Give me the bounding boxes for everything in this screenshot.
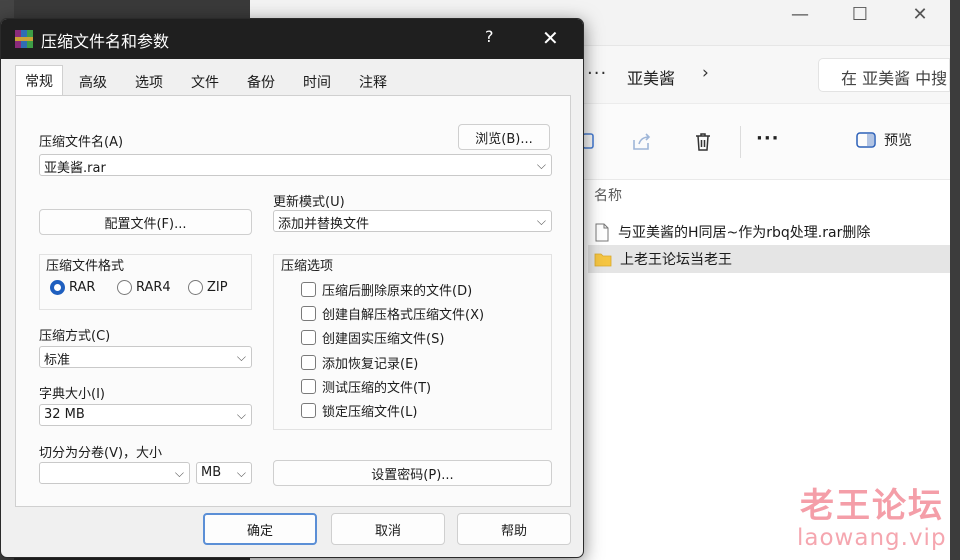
archive-name-combobox[interactable]: 亚美酱.rar ⌵ [39,154,552,176]
file-icon [595,223,609,241]
set-password-button[interactable]: 设置密码(P)... [273,460,552,486]
test-archived-files-checkbox[interactable]: 测试压缩的文件(T) [301,377,431,396]
close-button[interactable]: ✕ [900,2,940,26]
file-list-item[interactable]: 与亚美酱的H同居~作为rbq处理.rar删除 [588,218,950,246]
more-options-icon[interactable]: ··· [756,128,780,149]
split-unit-value: MB [201,465,222,480]
tab-options[interactable]: 选项 [127,69,171,95]
preview-pane-button[interactable]: 预览 [856,130,912,150]
minimize-button[interactable]: — [780,2,820,26]
create-sfx-checkbox[interactable]: 创建自解压格式压缩文件(X) [301,304,484,323]
delete-after-archiving-checkbox[interactable]: 压缩后删除原来的文件(D) [301,280,472,299]
add-recovery-record-checkbox[interactable]: 添加恢复记录(E) [301,353,418,372]
tab-time[interactable]: 时间 [295,69,339,95]
breadcrumb-current-folder[interactable]: 亚美酱 [627,65,675,89]
tab-advanced[interactable]: 高级 [71,69,115,95]
profiles-button[interactable]: 配置文件(F)... [39,209,252,235]
split-unit-select[interactable]: MB ⌵ [196,462,252,484]
maximize-button[interactable]: ☐ [840,2,880,26]
radio-selected-icon [50,280,65,295]
close-button[interactable]: ✕ [542,26,559,50]
option-label: 创建自解压格式压缩文件(X) [322,308,485,323]
breadcrumb-overflow-button[interactable]: ··· [587,63,607,84]
tab-comment[interactable]: 注释 [351,69,395,95]
chevron-down-icon[interactable]: ⌵ [537,214,546,229]
tab-backup[interactable]: 备份 [239,69,283,95]
split-size-combobox[interactable]: ⌵ [39,462,190,484]
preview-label: 预览 [884,133,912,149]
archive-name-label: 压缩文件名(A) [39,135,124,150]
option-label: 压缩后删除原来的文件(D) [322,284,473,299]
checkbox-icon [301,403,316,418]
column-header-name[interactable]: 名称 [594,185,622,205]
tab-bar: 常规 高级 选项 文件 备份 时间 注释 [15,65,569,96]
chevron-down-icon[interactable]: ⌵ [237,466,246,481]
format-zip-label: ZIP [207,280,228,295]
breadcrumb-chevron-icon[interactable]: › [702,63,709,83]
folder-icon [594,253,612,266]
share-icon[interactable] [630,130,654,154]
radio-icon [188,280,203,295]
archive-format-label: 压缩文件格式 [46,259,125,274]
compression-method-select[interactable]: 标准 ⌵ [39,346,252,368]
folder-list-item[interactable]: 上老王论坛当老王 [588,245,950,273]
format-rar4-label: RAR4 [136,280,171,295]
chevron-down-icon[interactable]: ⌵ [175,466,184,481]
update-mode-select[interactable]: 添加并替换文件 ⌵ [273,210,552,232]
create-solid-checkbox[interactable]: 创建固实压缩文件(S) [301,328,444,347]
archive-settings-dialog: 压缩文件名和参数 ? ✕ 常规 高级 选项 文件 备份 时间 注释 压缩文件名(… [0,18,584,558]
dictionary-size-value: 32 MB [44,407,85,422]
folder-name: 上老王论坛当老王 [620,252,732,268]
format-rar-label: RAR [69,280,96,295]
dictionary-size-select[interactable]: 32 MB ⌵ [39,404,252,426]
file-name: 与亚美酱的H同居~作为rbq处理.rar删除 [618,225,871,241]
archiving-options-label: 压缩选项 [281,259,334,274]
search-input[interactable]: 在 亚美酱 中搜 [818,58,950,92]
lock-archive-checkbox[interactable]: 锁定压缩文件(L) [301,401,417,420]
archive-name-value: 亚美酱.rar [44,161,106,176]
watermark-url: laowang.vip [797,525,947,551]
checkbox-icon [301,306,316,321]
chevron-down-icon[interactable]: ⌵ [237,408,246,423]
checkbox-icon [301,330,316,345]
format-rar-radio[interactable]: RAR [50,280,95,295]
update-mode-label: 更新模式(U) [273,195,345,210]
dialog-title: 压缩文件名和参数 [41,32,170,51]
checkbox-icon [301,355,316,370]
update-mode-value: 添加并替换文件 [278,217,370,232]
compression-method-value: 标准 [44,353,71,368]
delete-icon[interactable] [691,130,715,154]
radio-icon [117,280,132,295]
winrar-icon [15,30,33,48]
cancel-button[interactable]: 取消 [331,513,445,545]
tab-general[interactable]: 常规 [15,65,63,96]
compression-method-label: 压缩方式(C) [39,329,111,344]
split-volumes-label: 切分为分卷(V)，大小 [39,446,163,461]
option-label: 测试压缩的文件(T) [322,381,432,396]
watermark-text: 老王论坛 [800,486,944,526]
dialog-titlebar: 压缩文件名和参数 ? ✕ [1,19,583,59]
checkbox-icon [301,282,316,297]
tab-files[interactable]: 文件 [183,69,227,95]
chevron-down-icon[interactable]: ⌵ [537,158,546,173]
browse-button[interactable]: 浏览(B)... [458,124,550,150]
option-label: 添加恢复记录(E) [322,357,419,372]
preview-pane-icon [856,132,876,148]
checkbox-icon [301,379,316,394]
dictionary-size-label: 字典大小(I) [39,387,105,402]
format-zip-radio[interactable]: ZIP [188,280,228,295]
option-label: 创建固实压缩文件(S) [322,332,445,347]
toolbar-divider [740,126,741,158]
help-button-bottom[interactable]: 帮助 [457,513,571,545]
format-rar4-radio[interactable]: RAR4 [117,280,171,295]
chevron-down-icon[interactable]: ⌵ [237,350,246,365]
option-label: 锁定压缩文件(L) [322,405,418,420]
help-button[interactable]: ? [485,27,494,46]
general-tab-panel: 压缩文件名(A) 浏览(B)... 亚美酱.rar ⌵ 配置文件(F)... 更… [15,95,571,507]
ok-button[interactable]: 确定 [203,513,317,545]
